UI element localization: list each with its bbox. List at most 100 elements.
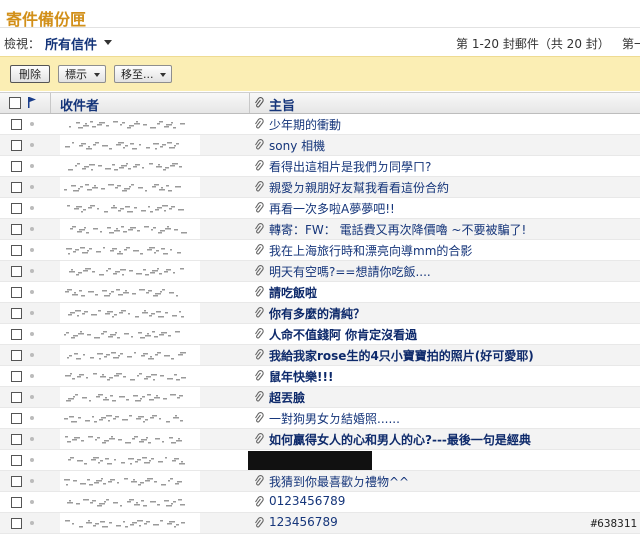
status-dot-icon bbox=[30, 437, 34, 441]
row-checkbox[interactable] bbox=[11, 224, 22, 235]
message-subject-link[interactable]: 鼠年快樂!!! bbox=[269, 368, 333, 385]
message-subject-link[interactable]: 請吃飯啦 bbox=[269, 284, 317, 301]
table-row[interactable]: 人命不值錢阿 你肯定沒看過 bbox=[0, 324, 640, 345]
recipient-obscured bbox=[60, 513, 200, 533]
recipient-obscured bbox=[60, 282, 200, 302]
message-subject-link[interactable]: 一對狗男女ㄉ結婚照...... bbox=[269, 410, 400, 427]
table-row[interactable]: 轉寄：FW： 電話費又再次降價嚕 ~不要被騙了! bbox=[0, 219, 640, 240]
first-page-link[interactable]: 第一 bbox=[622, 35, 640, 52]
status-dot-icon bbox=[30, 374, 34, 378]
table-row[interactable]: 看得出這相片是我們ㄉ同學ㄇ? bbox=[0, 156, 640, 177]
recipient-obscured bbox=[60, 471, 200, 491]
row-checkbox[interactable] bbox=[11, 266, 22, 277]
row-checkbox[interactable] bbox=[11, 371, 22, 382]
table-row[interactable]: 少年期的衝動 bbox=[0, 114, 640, 135]
recipient-obscured bbox=[60, 156, 200, 176]
recipient-obscured bbox=[60, 114, 200, 134]
recipient-obscured bbox=[60, 219, 200, 239]
message-subject-link[interactable]: 看得出這相片是我們ㄉ同學ㄇ? bbox=[269, 158, 431, 175]
paperclip-icon bbox=[255, 265, 264, 276]
chevron-down-icon bbox=[160, 73, 166, 77]
table-row[interactable]: 我猜到你最喜歡ㄉ禮物^^ bbox=[0, 471, 640, 492]
table-row[interactable]: 明天有空嗎?==想請你吃飯.... bbox=[0, 261, 640, 282]
message-subject-link[interactable]: 轉寄：FW： 電話費又再次降價嚕 ~不要被騙了! bbox=[269, 221, 526, 238]
subject-column-header[interactable]: 主旨 bbox=[269, 95, 295, 114]
message-subject-link[interactable]: 再看一次多啦A夢夢吧!! bbox=[269, 200, 395, 217]
table-row[interactable]: 你有多麼的清純？ bbox=[0, 303, 640, 324]
view-label: 檢視： bbox=[4, 37, 41, 51]
message-subject-link[interactable]: 超丟臉 bbox=[269, 389, 305, 406]
row-checkbox[interactable] bbox=[11, 434, 22, 445]
row-checkbox[interactable] bbox=[11, 392, 22, 403]
status-dot-icon bbox=[30, 353, 34, 357]
table-row[interactable]: 0123456789 bbox=[0, 492, 640, 513]
paperclip-icon bbox=[255, 118, 264, 129]
table-row[interactable]: 親愛ㄉ親朋好友幫我看看這份合約 bbox=[0, 177, 640, 198]
message-subject-link[interactable]: 我在上海旅行時和漂亮向導mm的合影 bbox=[269, 242, 472, 259]
row-checkbox[interactable] bbox=[11, 413, 22, 424]
status-dot-icon bbox=[30, 143, 34, 147]
table-row[interactable] bbox=[0, 450, 640, 471]
recipient-column-header[interactable]: 收件者 bbox=[60, 95, 99, 114]
message-subject-link[interactable]: 我給我家rose生的4只小寶寶拍的照片(好可愛耶) bbox=[269, 347, 534, 364]
flag-icon[interactable] bbox=[27, 97, 37, 108]
message-subject-link[interactable]: 少年期的衝動 bbox=[269, 116, 341, 133]
row-checkbox[interactable] bbox=[11, 245, 22, 256]
row-checkbox[interactable] bbox=[11, 476, 22, 487]
paperclip-icon bbox=[255, 517, 264, 528]
row-checkbox[interactable] bbox=[11, 329, 22, 340]
recipient-obscured bbox=[60, 492, 200, 512]
redacted-subject bbox=[248, 451, 372, 470]
mark-dropdown-button[interactable]: 標示 bbox=[58, 65, 106, 83]
table-row[interactable]: 一對狗男女ㄉ結婚照...... bbox=[0, 408, 640, 429]
table-row[interactable]: 再看一次多啦A夢夢吧!! bbox=[0, 198, 640, 219]
status-dot-icon bbox=[30, 500, 34, 504]
column-divider bbox=[50, 93, 51, 113]
recipient-obscured bbox=[60, 240, 200, 260]
row-checkbox[interactable] bbox=[11, 182, 22, 193]
row-checkbox[interactable] bbox=[11, 308, 22, 319]
table-row[interactable]: 請吃飯啦 bbox=[0, 282, 640, 303]
paperclip-icon bbox=[255, 412, 264, 423]
message-subject-link[interactable]: 你有多麼的清純？ bbox=[269, 305, 365, 322]
row-checkbox[interactable] bbox=[11, 518, 22, 529]
row-checkbox[interactable] bbox=[11, 455, 22, 466]
message-subject-link[interactable]: 明天有空嗎?==想請你吃飯.... bbox=[269, 263, 431, 280]
table-row[interactable]: sony 相機 bbox=[0, 135, 640, 156]
view-filter-dropdown[interactable]: 所有信件 bbox=[45, 34, 97, 53]
table-row[interactable]: 如何贏得女人的心和男人的心?---最後一句是經典 bbox=[0, 429, 640, 450]
message-subject-link[interactable]: 我猜到你最喜歡ㄉ禮物^^ bbox=[269, 473, 409, 490]
table-row[interactable]: 我在上海旅行時和漂亮向導mm的合影 bbox=[0, 240, 640, 261]
paperclip-icon bbox=[255, 286, 264, 297]
row-checkbox[interactable] bbox=[11, 287, 22, 298]
chevron-down-icon[interactable] bbox=[104, 40, 112, 45]
row-checkbox[interactable] bbox=[11, 350, 22, 361]
select-all-checkbox[interactable] bbox=[9, 97, 21, 109]
message-subject-link[interactable]: 人命不值錢阿 你肯定沒看過 bbox=[269, 326, 417, 343]
message-subject-link[interactable]: 親愛ㄉ親朋好友幫我看看這份合約 bbox=[269, 179, 449, 196]
paperclip-icon bbox=[255, 160, 264, 171]
recipient-obscured bbox=[60, 345, 200, 365]
paperclip-icon bbox=[255, 328, 264, 339]
paperclip-icon bbox=[255, 139, 264, 150]
row-checkbox[interactable] bbox=[11, 161, 22, 172]
recipient-obscured bbox=[60, 261, 200, 281]
row-checkbox[interactable] bbox=[11, 497, 22, 508]
recipient-obscured bbox=[60, 450, 200, 470]
paperclip-icon bbox=[255, 181, 264, 192]
move-to-dropdown-button[interactable]: 移至... bbox=[114, 65, 172, 83]
message-subject-link[interactable]: 123456789 bbox=[269, 515, 338, 529]
table-row[interactable]: 我給我家rose生的4只小寶寶拍的照片(好可愛耶) bbox=[0, 345, 640, 366]
row-checkbox[interactable] bbox=[11, 203, 22, 214]
table-row[interactable]: 鼠年快樂!!! bbox=[0, 366, 640, 387]
message-subject-link[interactable]: 0123456789 bbox=[269, 494, 345, 508]
table-row[interactable]: 123456789 bbox=[0, 513, 640, 534]
table-row[interactable]: 超丟臉 bbox=[0, 387, 640, 408]
message-subject-link[interactable]: sony 相機 bbox=[269, 137, 325, 154]
message-subject-link[interactable]: 如何贏得女人的心和男人的心?---最後一句是經典 bbox=[269, 431, 531, 448]
delete-button[interactable]: 刪除 bbox=[10, 65, 50, 83]
row-checkbox[interactable] bbox=[11, 140, 22, 151]
row-checkbox[interactable] bbox=[11, 119, 22, 130]
paperclip-icon[interactable] bbox=[254, 97, 264, 109]
status-dot-icon bbox=[30, 332, 34, 336]
